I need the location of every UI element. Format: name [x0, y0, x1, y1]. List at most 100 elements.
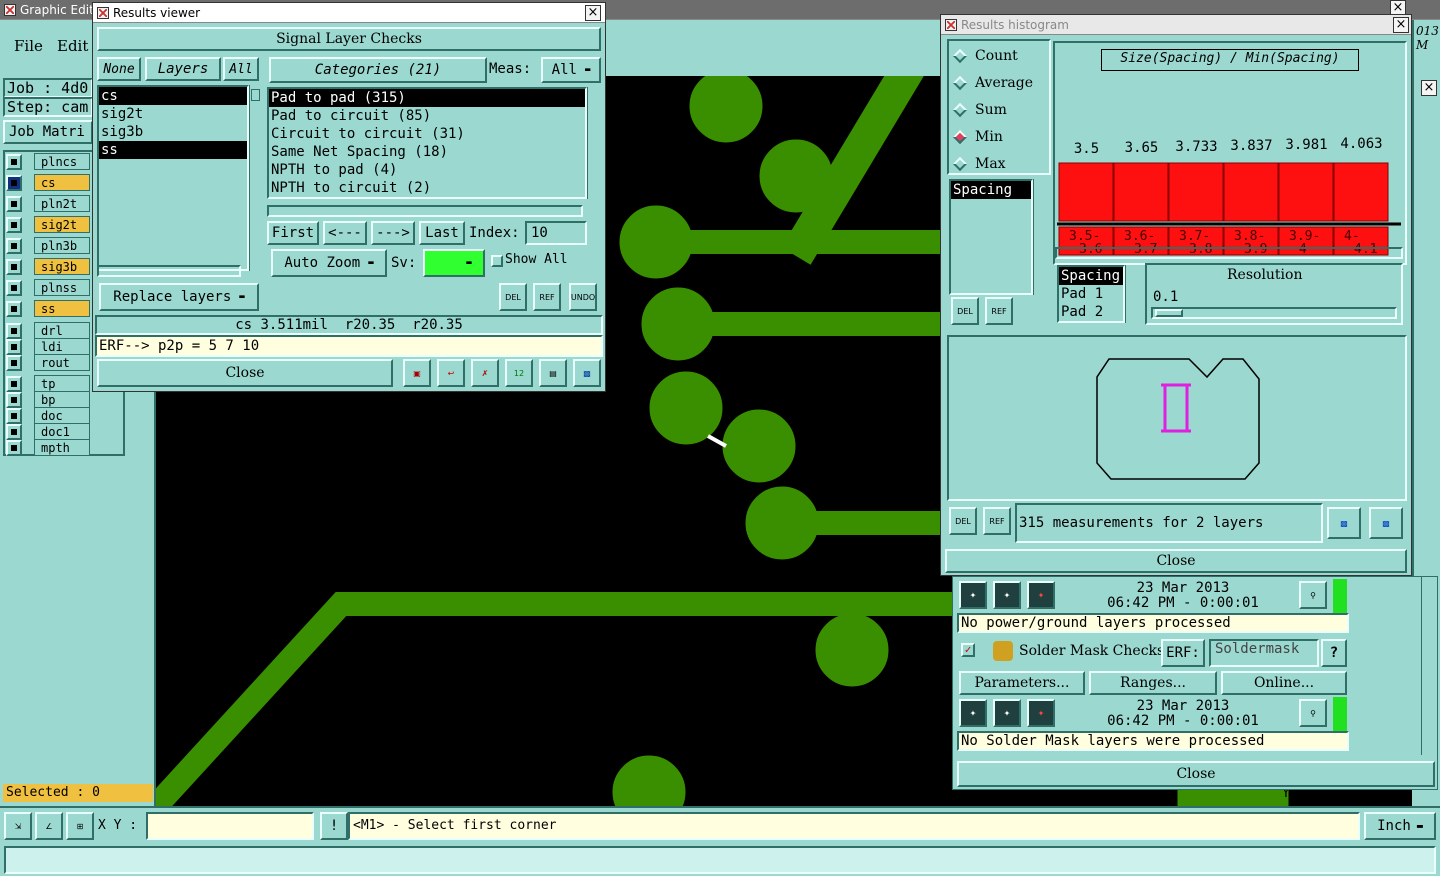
layer-list-scrollbar[interactable] [249, 85, 261, 271]
aggregate-radio-sum[interactable]: Sum [952, 101, 1007, 119]
histogram-bar[interactable] [1223, 162, 1279, 222]
layer-checkbox[interactable] [6, 279, 22, 296]
checklist-scrollbar[interactable] [1421, 577, 1435, 755]
tool-grid-icon[interactable]: ⊞ [66, 812, 94, 840]
layer-row[interactable]: sig3b [6, 257, 90, 276]
resolution-slider-handle[interactable] [1155, 309, 1183, 317]
attribute-item[interactable]: Spacing [1059, 267, 1123, 285]
hist-ref-icon[interactable]: REF [985, 297, 1013, 325]
solder-enable-checkbox[interactable]: ✓ [961, 643, 975, 657]
layer-option[interactable]: sig3b [99, 123, 247, 141]
layer-option[interactable]: ss [99, 141, 247, 159]
all-button[interactable]: All [223, 57, 259, 81]
command-line[interactable] [4, 846, 1436, 874]
layers-button[interactable]: Layers [145, 57, 221, 81]
help-button[interactable]: ? [1321, 639, 1347, 667]
preview-ref-icon[interactable]: REF [983, 507, 1011, 535]
index-input[interactable] [525, 221, 587, 245]
histogram-bar[interactable] [1058, 162, 1114, 222]
categories-hscroll[interactable] [267, 205, 583, 217]
layer-row[interactable]: sig2t [6, 215, 90, 234]
run-icon[interactable]: ✦ [959, 699, 987, 727]
last-button[interactable]: Last [419, 221, 465, 245]
units-dropdown[interactable]: Inch ▬ [1364, 812, 1436, 840]
cancel-ref-icon[interactable]: ✗ [471, 359, 499, 387]
layer-row[interactable]: cs [6, 173, 90, 192]
attribute-item[interactable]: Pad 1 [1059, 285, 1123, 303]
info-icon[interactable]: ! [320, 812, 348, 840]
histogram-list-2[interactable]: Spacing Pad 1 Pad 2 [1057, 265, 1125, 323]
export-chart-icon[interactable]: ▩ [1327, 507, 1361, 539]
first-button[interactable]: First [267, 221, 319, 245]
ranges-button[interactable]: Ranges... [1089, 671, 1217, 695]
tool-measure-icon[interactable]: ∠ [35, 812, 63, 840]
job-matrix-button[interactable]: Job Matri [3, 120, 93, 144]
layer-select-list[interactable]: cs sig2t sig3b ss [97, 85, 249, 271]
run-all-icon[interactable]: ✦ [993, 581, 1021, 609]
layer-option[interactable]: sig2t [99, 105, 247, 123]
aggregate-radio-min[interactable]: Min [952, 128, 1003, 146]
menu-edit[interactable]: Edit [57, 37, 88, 55]
layer-list-hscroll[interactable] [97, 265, 241, 277]
erf-button[interactable]: ERF: [1161, 639, 1205, 667]
layer-checkbox[interactable] [6, 354, 22, 371]
ref-icon[interactable]: REF [533, 283, 561, 311]
category-item[interactable]: Same Net Spacing (18) [269, 143, 585, 161]
next-button[interactable]: ---> [371, 221, 415, 245]
histogram-icon[interactable]: ▩ [573, 359, 601, 387]
xy-input[interactable] [146, 812, 314, 840]
chart-hscroll[interactable] [1055, 247, 1403, 259]
histogram-bar[interactable] [1113, 162, 1169, 222]
erf-value[interactable]: Soldermask [1209, 639, 1319, 667]
layer-row[interactable]: ss [6, 299, 90, 318]
aggregate-radio-count[interactable]: Count [952, 47, 1018, 65]
hist-del-icon[interactable]: DEL [951, 297, 979, 325]
online-button[interactable]: Online... [1221, 671, 1347, 695]
layer-row[interactable]: plncs [6, 152, 90, 171]
histogram-list-2-scroll[interactable] [1125, 265, 1139, 323]
layer-row[interactable]: mpth [6, 438, 90, 457]
categories-scrollbar[interactable] [587, 87, 601, 199]
layer-checkbox[interactable] [6, 258, 22, 275]
histogram-close-icon[interactable]: × [1393, 17, 1409, 33]
show-all-checkbox[interactable] [491, 255, 503, 267]
run-all-icon[interactable]: ✦ [993, 699, 1021, 727]
sv-color-dropdown[interactable]: ▬ [423, 249, 485, 277]
zoom-icon[interactable]: ⚲ [1299, 581, 1327, 609]
parameters-button[interactable]: Parameters... [959, 671, 1085, 695]
replace-layers-button[interactable]: Replace layers ▬ [99, 283, 259, 311]
category-item[interactable]: NPTH to circuit (2) [269, 179, 585, 197]
histogram-bar[interactable] [1278, 162, 1334, 222]
results-viewer-close-icon[interactable]: × [585, 5, 601, 21]
layer-checkbox[interactable] [6, 195, 22, 212]
histogram-titlebar[interactable]: Results histogram [941, 15, 1411, 35]
preview-del-icon[interactable]: DEL [949, 507, 977, 535]
auto-zoom-dropdown[interactable]: Auto Zoom ▬ [271, 249, 387, 277]
attribute-item[interactable]: Pad 2 [1059, 303, 1123, 321]
layer-checkbox[interactable] [6, 439, 22, 456]
meas-dropdown[interactable]: All ▬ [541, 57, 601, 83]
layer-row[interactable]: pln2t [6, 194, 90, 213]
prev-button[interactable]: <--- [323, 221, 367, 245]
histogram-list-1-scroll[interactable] [1033, 179, 1047, 295]
measure-item[interactable]: Spacing [951, 181, 1031, 199]
del-icon[interactable]: DEL [499, 283, 527, 311]
report-icon[interactable]: ▤ [539, 359, 567, 387]
category-item[interactable]: Pad to pad (315) [269, 89, 585, 107]
resolution-slider[interactable] [1151, 307, 1397, 319]
zoom-icon[interactable]: ⚲ [1299, 699, 1327, 727]
category-item[interactable]: NPTH to pad (4) [269, 161, 585, 179]
layer-row[interactable]: pln3b [6, 236, 90, 255]
layer-row[interactable]: plnss [6, 278, 90, 297]
layer-row[interactable]: rout [6, 353, 90, 372]
histogram-close-button[interactable]: Close [945, 549, 1407, 573]
histogram-bar[interactable] [1168, 162, 1224, 222]
none-button[interactable]: None [97, 57, 141, 81]
bar-chart-icon[interactable]: ▣ [403, 359, 431, 387]
menu-file[interactable]: File [14, 37, 43, 55]
layer-checkbox[interactable] [6, 216, 22, 233]
layer-checkbox[interactable] [6, 300, 22, 317]
tool-select-icon[interactable]: ⇲ [4, 812, 32, 840]
categories-button[interactable]: Categories (21) [269, 57, 487, 83]
category-item[interactable]: Pad to circuit (85) [269, 107, 585, 125]
